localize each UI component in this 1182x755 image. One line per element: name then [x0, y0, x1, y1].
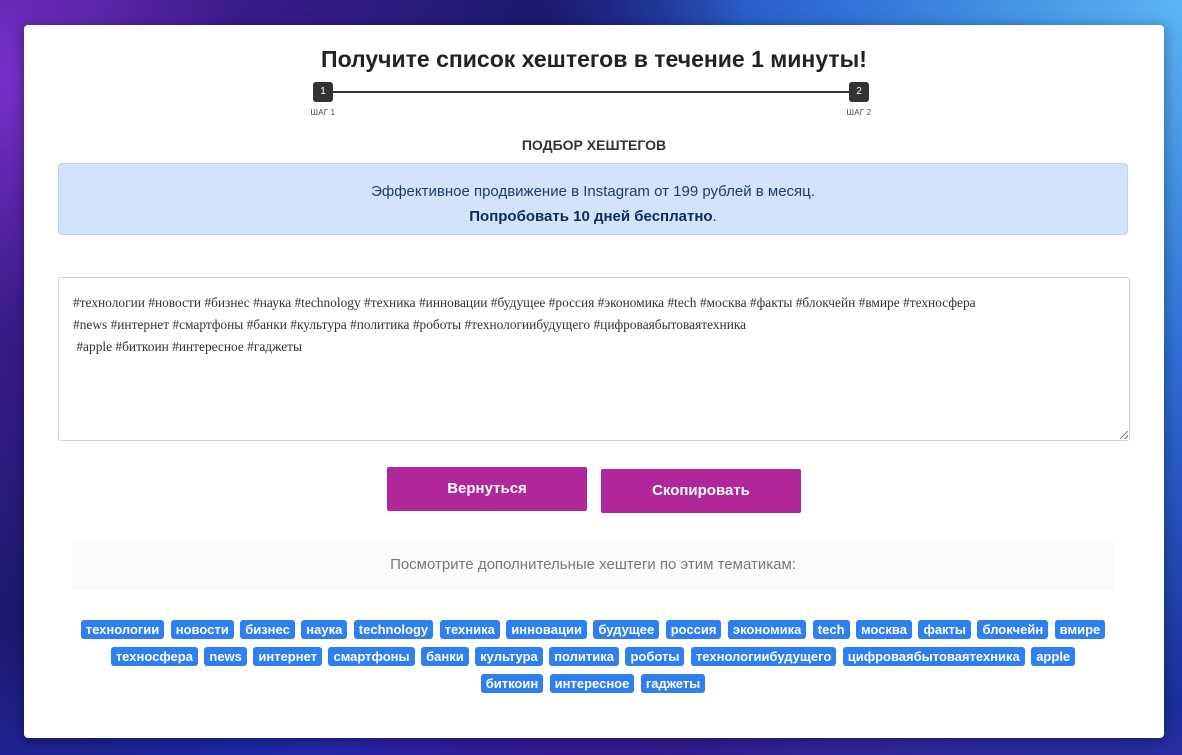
hashtag-chip[interactable]: москва — [855, 620, 912, 640]
promo-banner: Эффективное продвижение в Instagram от 1… — [58, 163, 1128, 235]
promo-trial-link[interactable]: Попробовать 10 дней бесплатно — [469, 208, 712, 225]
step-1: 1 ШАГ 1 — [311, 82, 335, 117]
step-2-number: 2 — [849, 82, 869, 102]
step-2: 2 ШАГ 2 — [847, 82, 871, 117]
tag-cloud: технологии новости бизнес наука technolo… — [64, 616, 1122, 697]
hashtag-chip[interactable]: новости — [170, 620, 234, 640]
step-1-number: 1 — [313, 82, 333, 102]
resize-grip-icon — [1120, 431, 1128, 439]
hashtag-chip[interactable]: tech — [812, 620, 850, 640]
promo-link-line: Попробовать 10 дней бесплатно. — [59, 204, 1127, 229]
hashtag-chip[interactable]: бизнес — [240, 620, 295, 640]
step-2-label: ШАГ 2 — [846, 108, 872, 117]
hashtag-chip[interactable]: вмире — [1054, 620, 1106, 640]
hashtag-chip[interactable]: биткоин — [480, 674, 544, 694]
hashtag-chip[interactable]: россия — [665, 620, 722, 640]
hashtag-chip[interactable]: факты — [918, 620, 972, 640]
stepper-line — [327, 91, 859, 93]
hashtag-chip[interactable]: apple — [1031, 647, 1076, 667]
section-heading: ПОДБОР ХЕШТЕГОВ — [521, 137, 667, 153]
hashtag-chip[interactable]: будущее — [593, 620, 660, 640]
promo-suffix: . — [712, 208, 717, 225]
more-hashtags-caption: Посмотрите дополнительные хештеги по эти… — [72, 540, 1114, 590]
hashtag-chip[interactable]: цифроваябытоваятехника — [842, 647, 1025, 667]
hashtag-chip[interactable]: блокчейн — [977, 620, 1049, 640]
promo-text: Эффективное продвижение в Instagram от 1… — [371, 183, 815, 200]
back-button[interactable]: Вернуться — [387, 467, 587, 511]
hashtag-chip[interactable]: news — [204, 647, 247, 667]
hashtag-chip[interactable]: смартфоны — [328, 647, 415, 667]
hashtag-chip[interactable]: техника — [439, 620, 500, 640]
hashtag-chip[interactable]: наука — [301, 620, 348, 640]
hashtag-chip[interactable]: инновации — [506, 620, 587, 640]
hashtag-chip[interactable]: техносфера — [110, 647, 198, 667]
step-1-label: ШАГ 1 — [310, 108, 336, 117]
hashtag-chip[interactable]: политика — [549, 647, 620, 667]
hashtag-chip[interactable]: экономика — [727, 620, 807, 640]
hashtag-chip[interactable]: роботы — [625, 647, 685, 667]
hashtag-chip[interactable]: technology — [353, 620, 434, 640]
hashtag-chip[interactable]: технологиибудущего — [690, 647, 837, 667]
copy-button[interactable]: Скопировать — [601, 469, 801, 513]
hashtag-chip[interactable]: интересное — [549, 674, 635, 694]
main-card: Получите список хештегов в течение 1 мин… — [24, 25, 1164, 738]
hashtag-chip[interactable]: технологии — [80, 620, 165, 640]
stepper: 1 ШАГ 1 2 ШАГ 2 — [311, 82, 873, 122]
hashtag-chip[interactable]: гаджеты — [640, 674, 706, 694]
page-title: Получите список хештегов в течение 1 мин… — [321, 46, 867, 72]
hashtag-chip[interactable]: культура — [475, 647, 543, 667]
hashtag-chip[interactable]: интернет — [253, 647, 323, 667]
hashtags-textarea[interactable]: #технологии #новости #бизнес #наука #tec… — [58, 277, 1130, 441]
hashtag-chip[interactable]: банки — [421, 647, 469, 667]
resize-handle[interactable] — [1118, 429, 1130, 441]
